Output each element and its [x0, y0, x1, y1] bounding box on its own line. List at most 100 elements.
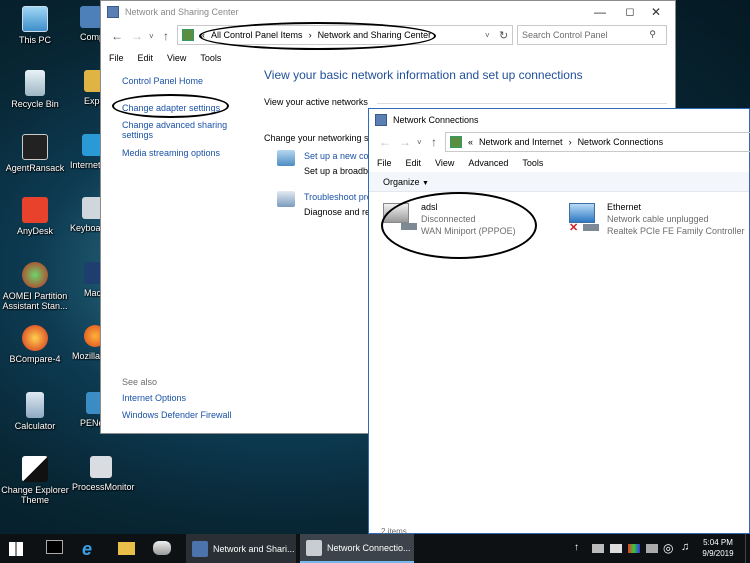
breadcrumb-all-control-panel[interactable]: All Control Panel Items — [211, 30, 303, 40]
active-networks-label: View your active networks — [264, 97, 368, 107]
menu-file[interactable]: File — [102, 53, 131, 67]
anydesk-icon — [22, 197, 48, 223]
refresh-icon[interactable]: ↻ — [499, 29, 508, 42]
setup-connection-link[interactable]: Set up a new con — [304, 151, 374, 161]
change-settings-label: Change your networking se — [264, 133, 374, 143]
link-windows-firewall[interactable]: Windows Defender Firewall — [122, 410, 232, 420]
computer-icon — [80, 6, 102, 28]
page-title: View your basic network information and … — [264, 68, 583, 82]
new-connection-icon — [277, 150, 295, 166]
clock[interactable]: 5:04 PM 9/9/2019 — [698, 537, 738, 559]
menu-edit[interactable]: Edit — [131, 53, 161, 67]
divider — [377, 103, 667, 104]
breadcrumb-network-connections[interactable]: Network Connections — [578, 137, 664, 147]
nc-titlebar[interactable]: Network Connections — [369, 109, 749, 131]
search-icon: ⚲ — [649, 29, 656, 39]
nc-menu-file[interactable]: File — [370, 158, 399, 172]
ethernet-connection-icon — [569, 203, 595, 223]
sidebar-change-advanced-sharing[interactable]: Change advanced sharing settings — [122, 120, 232, 140]
file-explorer-icon[interactable] — [118, 542, 135, 555]
start-button[interactable] — [9, 542, 23, 556]
organize-button[interactable]: Organize ▼ — [383, 177, 429, 187]
forward-arrow-icon[interactable]: → — [131, 29, 143, 43]
nc-menubar: File Edit View Advanced Tools — [369, 155, 749, 172]
globe-icon[interactable]: ◎ — [663, 541, 673, 555]
nc-address-bar[interactable]: « Network and Internet › Network Connect… — [445, 132, 750, 152]
adsl-status: Disconnected — [421, 214, 476, 224]
taskbar: e Network and Shari... Network Connectio… — [0, 534, 750, 563]
search-input[interactable]: Search Control Panel ⚲ — [517, 25, 667, 45]
tray-chevron-icon[interactable]: ↑ — [574, 542, 579, 553]
address-dropdown-icon[interactable]: ˅ — [485, 31, 490, 40]
control-panel-taskbar-icon[interactable] — [153, 541, 171, 555]
process-monitor-icon — [90, 456, 112, 478]
network-window-icon — [107, 6, 119, 18]
cmd-icon[interactable] — [46, 540, 63, 554]
nc-menu-edit[interactable]: Edit — [399, 158, 429, 172]
connection-item-adsl[interactable]: adsl Disconnected WAN Miniport (PPPOE) — [381, 201, 541, 241]
network-adapter-icon — [583, 224, 599, 231]
tray-app-icon-3[interactable] — [628, 544, 640, 553]
desktop-icon-calculator[interactable]: Calculator — [0, 392, 70, 431]
agentransack-icon — [22, 134, 48, 160]
ethernet-device: Realtek PCIe FE Family Controller — [607, 226, 745, 236]
taskbar-button-network-connections[interactable]: Network Connectio... — [300, 534, 414, 563]
desktop-icon-anydesk[interactable]: AnyDesk — [0, 197, 70, 236]
taskbar-button-network-sharing[interactable]: Network and Shari... — [186, 534, 296, 563]
desktop-icon-recycle-bin[interactable]: Recycle Bin — [0, 70, 70, 109]
nsc-title: Network and Sharing Center — [125, 7, 239, 17]
sidebar-control-panel-home[interactable]: Control Panel Home — [122, 76, 203, 86]
nsc-address-row: ← → ˅ ↑ « All Control Panel Items › Netw… — [101, 23, 675, 49]
up-arrow-icon[interactable]: ↑ — [163, 29, 169, 43]
clock-time: 5:04 PM — [703, 538, 733, 547]
desktop-icon-agentransack[interactable]: AgentRansack — [0, 134, 70, 173]
sidebar-change-adapter-settings[interactable]: Change adapter settings — [122, 103, 220, 113]
nc-up-arrow-icon[interactable]: ↑ — [431, 135, 437, 149]
nc-menu-view[interactable]: View — [428, 158, 461, 172]
computer-icon — [22, 6, 48, 32]
nc-breadcrumb-separator-icon: › — [568, 137, 572, 147]
tray-app-icon-4[interactable] — [646, 544, 658, 553]
breadcrumb-network-internet[interactable]: Network and Internet — [479, 137, 563, 147]
desktop-icon-change-explorer-theme[interactable]: Change Explorer Theme — [0, 456, 70, 505]
network-connections-window: Network Connections ← → ˅ ↑ « Network an… — [368, 108, 750, 536]
see-also-label: See also — [122, 377, 158, 387]
nsc-menubar: File Edit View Tools — [101, 49, 675, 67]
troubleshoot-link[interactable]: Troubleshoot pro — [304, 192, 372, 202]
nsc-address-bar[interactable]: « All Control Panel Items › Network and … — [177, 25, 513, 45]
close-button[interactable]: ✕ — [641, 1, 671, 23]
nc-back-arrow-icon[interactable]: ← — [379, 135, 391, 149]
nsc-titlebar[interactable]: Network and Sharing Center — ◻ ✕ — [101, 1, 675, 23]
nc-title: Network Connections — [393, 115, 479, 125]
breadcrumb-separator-icon: › — [308, 30, 312, 40]
breadcrumb-network-sharing[interactable]: Network and Sharing Center — [318, 30, 432, 40]
nc-menu-advanced[interactable]: Advanced — [461, 158, 515, 172]
connection-item-ethernet[interactable]: ✕ Ethernet Network cable unplugged Realt… — [567, 201, 749, 241]
organize-dropdown-icon: ▼ — [422, 179, 429, 187]
sidebar-media-streaming[interactable]: Media streaming options — [122, 148, 220, 158]
nc-command-bar: Organize ▼ — [369, 172, 749, 192]
ie-icon[interactable]: e — [82, 539, 92, 560]
minimize-button[interactable]: — — [585, 1, 615, 23]
desktop-icon-bcompare[interactable]: BCompare-4 — [0, 325, 70, 364]
clock-date: 9/9/2019 — [702, 549, 734, 558]
link-internet-options[interactable]: Internet Options — [122, 393, 186, 403]
desktop-icon-aomei[interactable]: AOMEI Partition Assistant Stan... — [0, 262, 70, 311]
show-desktop-button[interactable] — [745, 534, 750, 563]
nc-menu-tools[interactable]: Tools — [515, 158, 550, 172]
menu-tools[interactable]: Tools — [193, 53, 228, 67]
back-arrow-icon[interactable]: ← — [111, 29, 123, 43]
tray-app-icon-2[interactable] — [610, 544, 622, 553]
menu-view[interactable]: View — [160, 53, 193, 67]
adsl-device: WAN Miniport (PPPOE) — [421, 226, 516, 236]
nc-forward-arrow-icon[interactable]: → — [399, 135, 411, 149]
tray-app-icon-1[interactable] — [592, 544, 604, 553]
network-taskbar-icon — [192, 540, 208, 557]
desktop-icon-this-pc[interactable]: This PC — [0, 6, 70, 45]
network-connections-taskbar-icon — [306, 539, 322, 556]
volume-icon[interactable]: ♫ — [681, 541, 689, 553]
ethernet-status: Network cable unplugged — [607, 214, 709, 224]
recent-chevron-icon[interactable]: ˅ — [149, 32, 154, 41]
nc-recent-chevron-icon[interactable]: ˅ — [417, 138, 422, 147]
bcompare-icon — [22, 325, 48, 351]
